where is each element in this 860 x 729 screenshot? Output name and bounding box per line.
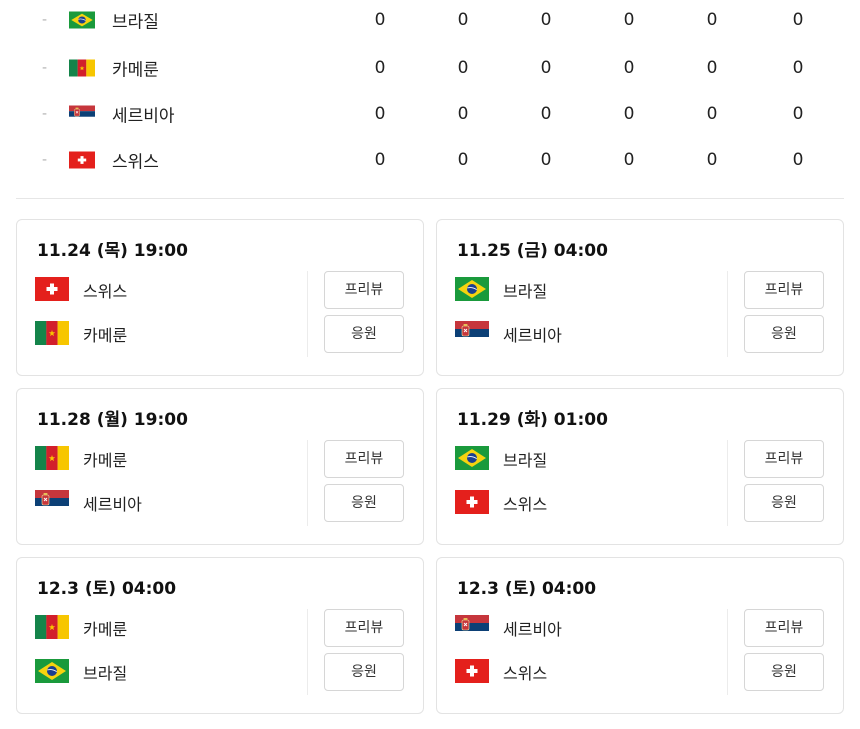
match-card: 12.3 (토) 04:00 세르비아 스위스 프리뷰 응원 bbox=[436, 557, 844, 714]
switzerland-flag-icon bbox=[455, 659, 489, 683]
team-name: 카메룬 bbox=[83, 451, 128, 470]
match-card: 11.25 (금) 04:00 브라질 세르비아 프리뷰 응원 bbox=[436, 219, 844, 376]
preview-button[interactable]: 프리뷰 bbox=[744, 440, 824, 478]
stat-value: 0 bbox=[623, 58, 635, 78]
match-datetime: 11.25 (금) 04:00 bbox=[457, 241, 608, 261]
rank-label: - bbox=[42, 152, 48, 168]
team-name: 세르비아 bbox=[503, 620, 562, 639]
cheer-button[interactable]: 응원 bbox=[324, 484, 404, 522]
team-name: 세르비아 bbox=[112, 106, 175, 127]
stat-value: 0 bbox=[374, 104, 386, 124]
team-name: 브라질 bbox=[112, 12, 159, 33]
serbia-flag-icon bbox=[455, 615, 489, 639]
team-name: 카메룬 bbox=[83, 326, 128, 345]
serbia-flag-icon bbox=[455, 321, 489, 345]
stat-value: 0 bbox=[623, 10, 635, 30]
match-datetime: 11.28 (월) 19:00 bbox=[37, 410, 188, 430]
rank-label: - bbox=[42, 60, 48, 76]
stat-value: 0 bbox=[540, 104, 552, 124]
stat-value: 0 bbox=[792, 150, 804, 170]
team-name: 카메룬 bbox=[83, 620, 128, 639]
card-divider bbox=[727, 271, 728, 357]
stat-value: 0 bbox=[540, 58, 552, 78]
brazil-flag-icon bbox=[35, 659, 69, 683]
switzerland-flag-icon bbox=[69, 151, 95, 169]
team-name: 브라질 bbox=[83, 664, 128, 683]
match-datetime: 11.29 (화) 01:00 bbox=[457, 410, 608, 430]
card-divider bbox=[307, 609, 308, 695]
preview-button[interactable]: 프리뷰 bbox=[324, 271, 404, 309]
match-card: 12.3 (토) 04:00 카메룬 브라질 프리뷰 응원 bbox=[16, 557, 424, 714]
standings-row: - 스위스 0 0 0 0 0 0 bbox=[0, 137, 860, 183]
serbia-flag-icon bbox=[35, 490, 69, 514]
standings-row: - 카메룬 0 0 0 0 0 0 bbox=[0, 45, 860, 91]
stat-value: 0 bbox=[792, 104, 804, 124]
cameroon-flag-icon bbox=[35, 615, 69, 639]
team-name: 브라질 bbox=[503, 282, 548, 301]
card-divider bbox=[727, 440, 728, 526]
stat-value: 0 bbox=[374, 150, 386, 170]
preview-button[interactable]: 프리뷰 bbox=[324, 609, 404, 647]
brazil-flag-icon bbox=[69, 11, 95, 29]
stat-value: 0 bbox=[706, 150, 718, 170]
brazil-flag-icon bbox=[455, 446, 489, 470]
cameroon-flag-icon bbox=[35, 321, 69, 345]
match-datetime: 11.24 (목) 19:00 bbox=[37, 241, 188, 261]
standings-row: - 세르비아 0 0 0 0 0 0 bbox=[0, 91, 860, 137]
brazil-flag-icon bbox=[455, 277, 489, 301]
stat-value: 0 bbox=[706, 104, 718, 124]
cameroon-flag-icon bbox=[69, 59, 95, 77]
rank-label: - bbox=[42, 12, 48, 28]
match-card: 11.28 (월) 19:00 카메룬 세르비아 프리뷰 응원 bbox=[16, 388, 424, 545]
stat-value: 0 bbox=[623, 104, 635, 124]
preview-button[interactable]: 프리뷰 bbox=[744, 271, 824, 309]
card-divider bbox=[727, 609, 728, 695]
match-card: 11.24 (목) 19:00 스위스 카메룬 프리뷰 응원 bbox=[16, 219, 424, 376]
team-name: 세르비아 bbox=[83, 495, 142, 514]
stat-value: 0 bbox=[792, 58, 804, 78]
stat-value: 0 bbox=[706, 10, 718, 30]
rank-label: - bbox=[42, 106, 48, 122]
stat-value: 0 bbox=[374, 58, 386, 78]
cheer-button[interactable]: 응원 bbox=[744, 315, 824, 353]
stat-value: 0 bbox=[457, 150, 469, 170]
cheer-button[interactable]: 응원 bbox=[744, 653, 824, 691]
section-divider bbox=[16, 198, 844, 199]
switzerland-flag-icon bbox=[35, 277, 69, 301]
team-name: 브라질 bbox=[503, 451, 548, 470]
cameroon-flag-icon bbox=[35, 446, 69, 470]
stat-value: 0 bbox=[540, 10, 552, 30]
match-card: 11.29 (화) 01:00 브라질 스위스 프리뷰 응원 bbox=[436, 388, 844, 545]
stat-value: 0 bbox=[457, 58, 469, 78]
stat-value: 0 bbox=[706, 58, 718, 78]
standings-row: - 브라질 0 0 0 0 0 0 bbox=[0, 0, 860, 43]
serbia-flag-icon bbox=[69, 105, 95, 123]
team-name: 세르비아 bbox=[503, 326, 562, 345]
team-name: 스위스 bbox=[503, 495, 548, 514]
team-name: 스위스 bbox=[112, 152, 159, 173]
match-datetime: 12.3 (토) 04:00 bbox=[457, 579, 597, 599]
stat-value: 0 bbox=[623, 150, 635, 170]
team-name: 카메룬 bbox=[112, 60, 159, 81]
switzerland-flag-icon bbox=[455, 490, 489, 514]
stat-value: 0 bbox=[374, 10, 386, 30]
stat-value: 0 bbox=[540, 150, 552, 170]
card-divider bbox=[307, 440, 308, 526]
team-name: 스위스 bbox=[503, 664, 548, 683]
stat-value: 0 bbox=[792, 10, 804, 30]
match-datetime: 12.3 (토) 04:00 bbox=[37, 579, 177, 599]
team-name: 스위스 bbox=[83, 282, 128, 301]
cheer-button[interactable]: 응원 bbox=[324, 315, 404, 353]
card-divider bbox=[307, 271, 308, 357]
preview-button[interactable]: 프리뷰 bbox=[324, 440, 404, 478]
stat-value: 0 bbox=[457, 104, 469, 124]
preview-button[interactable]: 프리뷰 bbox=[744, 609, 824, 647]
stat-value: 0 bbox=[457, 10, 469, 30]
cheer-button[interactable]: 응원 bbox=[324, 653, 404, 691]
cheer-button[interactable]: 응원 bbox=[744, 484, 824, 522]
